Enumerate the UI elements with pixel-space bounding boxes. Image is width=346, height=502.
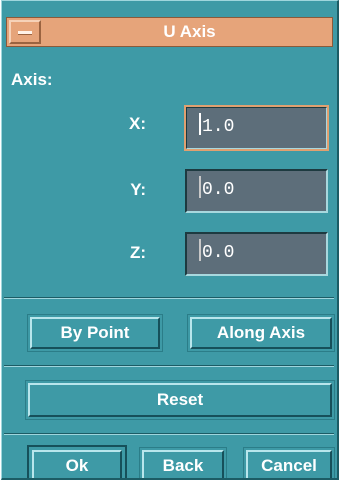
x-field[interactable]: 1.0 bbox=[184, 105, 329, 151]
cancel-button[interactable]: Cancel bbox=[243, 447, 335, 478]
z-field[interactable]: 0.0 bbox=[185, 232, 328, 276]
divider bbox=[4, 297, 334, 299]
text-cursor-icon bbox=[199, 239, 201, 262]
along-axis-button[interactable]: Along Axis bbox=[187, 314, 335, 352]
y-value: 0.0 bbox=[202, 180, 235, 200]
window-menu-button[interactable] bbox=[9, 20, 41, 44]
z-label: Z: bbox=[129, 243, 146, 262]
y-field[interactable]: 0.0 bbox=[185, 169, 328, 213]
by-point-button[interactable]: By Point bbox=[27, 314, 163, 352]
window-title: U Axis bbox=[163, 22, 216, 41]
z-value: 0.0 bbox=[202, 243, 235, 263]
axis-section-label: Axis: bbox=[11, 70, 53, 89]
ok-button[interactable]: Ok bbox=[27, 445, 127, 478]
title-bar[interactable]: U Axis bbox=[6, 17, 333, 47]
divider bbox=[4, 365, 334, 367]
back-button[interactable]: Back bbox=[139, 447, 227, 478]
text-cursor-icon bbox=[199, 113, 201, 136]
u-axis-dialog: U Axis Axis: X: 1.0 Y: 0.0 Z: 0.0 By Poi… bbox=[1, 0, 339, 480]
x-label: X: bbox=[129, 114, 146, 133]
reset-button[interactable]: Reset bbox=[25, 380, 335, 420]
text-cursor-icon bbox=[199, 176, 201, 199]
divider bbox=[4, 433, 334, 435]
y-label: Y: bbox=[130, 180, 146, 199]
x-value: 1.0 bbox=[202, 117, 235, 137]
minimize-icon bbox=[18, 31, 32, 35]
